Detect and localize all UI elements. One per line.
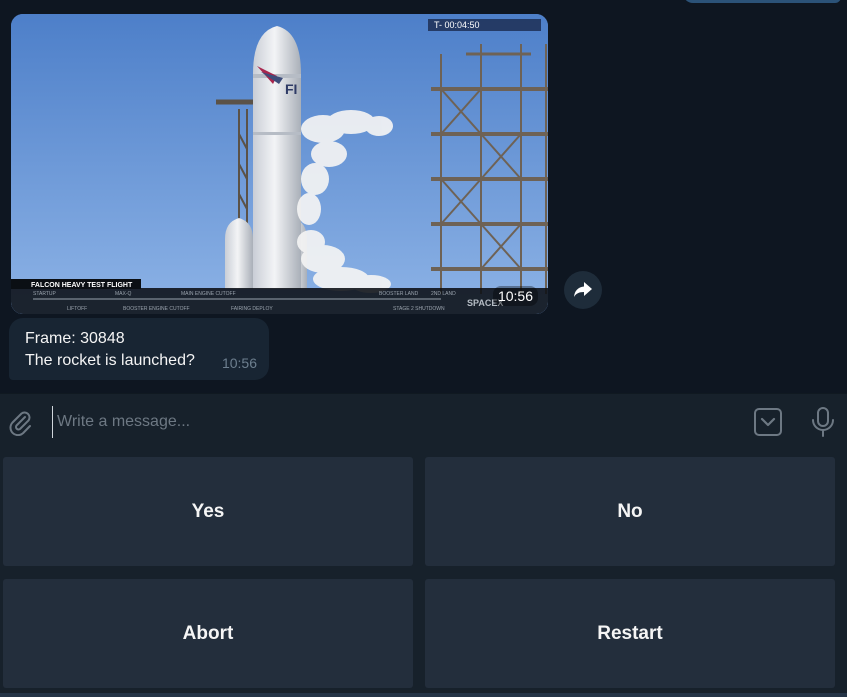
message-input[interactable]: [52, 406, 739, 438]
timeline-label-liftoff: LIFTOFF: [67, 306, 87, 312]
countdown-timer: T- 00:04:50: [428, 19, 541, 31]
launch-photo: FI T- 00:04:50 FALCON HEAVY TEST FLIGHT …: [11, 14, 548, 314]
timeline-label-booster-land: BOOSTER LAND: [379, 291, 419, 297]
timeline-label-meco: MAIN ENGINE CUTOFF: [181, 291, 236, 297]
text-message-time: 10:56: [221, 355, 257, 371]
timeline-label-stage2: STAGE 2 SHUTDOWN: [393, 306, 445, 312]
telegram-chat-window: FI T- 00:04:50 FALCON HEAVY TEST FLIGHT …: [0, 0, 847, 697]
timeline-label-fairing: FAIRING DEPLOY: [231, 306, 273, 312]
message-frame-line: Frame: 30848: [25, 330, 125, 347]
countdown-text: T- 00:04:50: [434, 20, 480, 30]
rocket-logo-text: FI: [285, 81, 297, 97]
yes-button[interactable]: Yes: [3, 457, 413, 566]
abort-button[interactable]: Abort: [3, 579, 413, 688]
flight-banner: FALCON HEAVY TEST FLIGHT: [31, 282, 133, 289]
no-button[interactable]: No: [425, 457, 835, 566]
photo-message[interactable]: FI T- 00:04:50 FALCON HEAVY TEST FLIGHT …: [11, 14, 548, 314]
message-composer: [0, 393, 847, 450]
photo-message-time: 10:56: [492, 286, 538, 306]
microphone-icon[interactable]: [810, 406, 836, 438]
rocket-core: FI: [253, 26, 301, 289]
forward-button[interactable]: [564, 271, 602, 309]
bot-reply-keyboard: Yes No Abort Restart: [0, 450, 847, 697]
paperclip-icon[interactable]: [6, 408, 34, 436]
window-bottom-edge: [0, 693, 847, 697]
message-history[interactable]: FI T- 00:04:50 FALCON HEAVY TEST FLIGHT …: [0, 0, 847, 393]
timeline-label-beco: BOOSTER ENGINE CUTOFF: [123, 306, 190, 312]
timeline-label-startup: STARTUP: [33, 291, 57, 297]
previous-outgoing-bubble: [683, 0, 841, 3]
timeline-label-maxq: MAX-Q: [115, 291, 132, 297]
bot-keyboard-icon[interactable]: [753, 407, 783, 437]
timeline-label-2nd-land: 2ND LAND: [431, 291, 456, 297]
restart-button[interactable]: Restart: [425, 579, 835, 688]
message-question-line: The rocket is launched?: [25, 352, 195, 369]
text-message[interactable]: Frame: 30848 The rocket is launched? 10:…: [9, 318, 269, 380]
forward-arrow-icon: [574, 282, 592, 297]
